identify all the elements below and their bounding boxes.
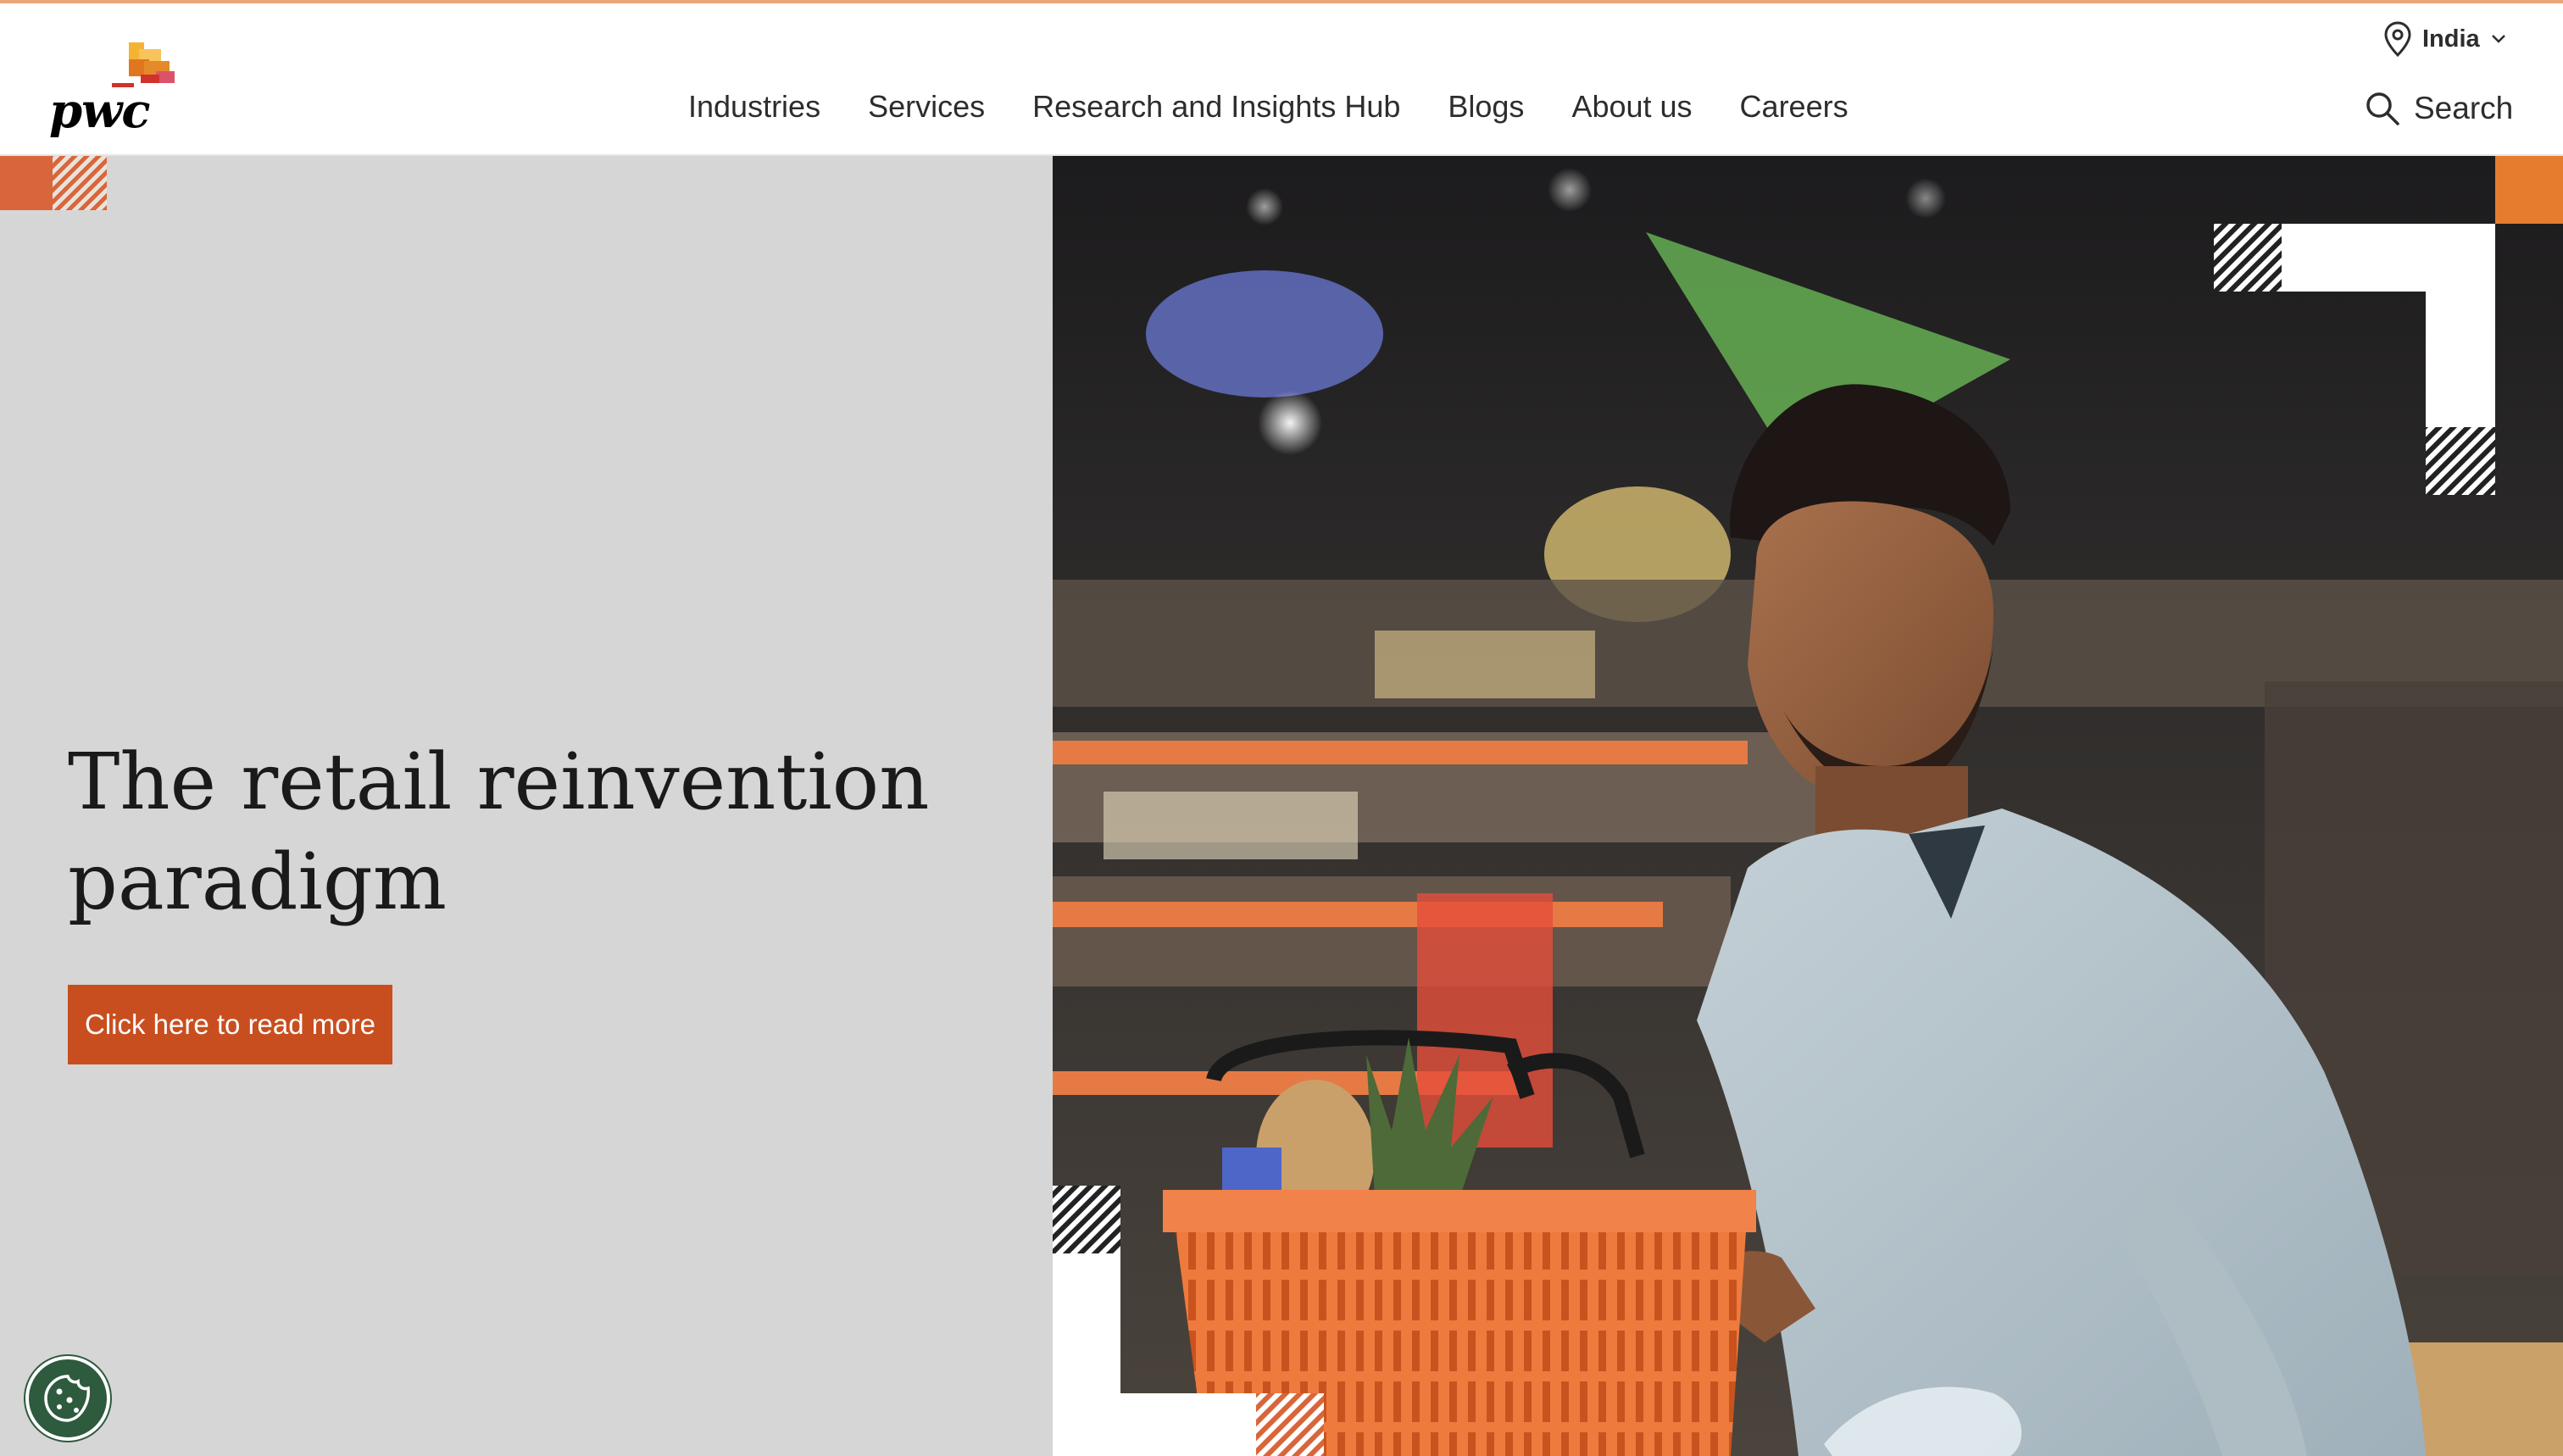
search-label: Search (2414, 91, 2514, 125)
nav-research-insights-hub[interactable]: Research and Insights Hub (1032, 89, 1400, 125)
hero-image-panel (1053, 156, 2563, 1456)
pwc-wordmark: pwc (49, 83, 150, 139)
search-icon (2366, 92, 2399, 125)
nav-industries[interactable]: Industries (688, 89, 820, 125)
nav-about-us[interactable]: About us (1571, 89, 1692, 125)
primary-nav: Industries Services Research and Insight… (688, 81, 1849, 132)
cookie-icon (44, 1375, 90, 1422)
pwc-logo[interactable]: pwc (49, 41, 176, 139)
hero-corner-decoration (0, 156, 107, 210)
hero-text-panel: The retail reinvention paradigm Click he… (0, 156, 1053, 1456)
territory-label: India (2422, 25, 2480, 53)
nav-careers[interactable]: Careers (1740, 89, 1849, 125)
territory-selector[interactable]: India (2383, 15, 2507, 63)
nav-services[interactable]: Services (868, 89, 985, 125)
site-header: pwc India Industries Services Research a… (0, 3, 2563, 156)
chevron-down-icon (2491, 35, 2505, 43)
hero-title: The retail reinvention paradigm (68, 736, 930, 927)
location-pin-icon (2384, 21, 2411, 57)
read-more-button[interactable]: Click here to read more (68, 985, 392, 1064)
shopper-photo (1053, 156, 2563, 1456)
search-button[interactable]: Search (2365, 85, 2513, 132)
nav-blogs[interactable]: Blogs (1448, 89, 1524, 125)
cookie-settings-button[interactable] (25, 1356, 110, 1441)
